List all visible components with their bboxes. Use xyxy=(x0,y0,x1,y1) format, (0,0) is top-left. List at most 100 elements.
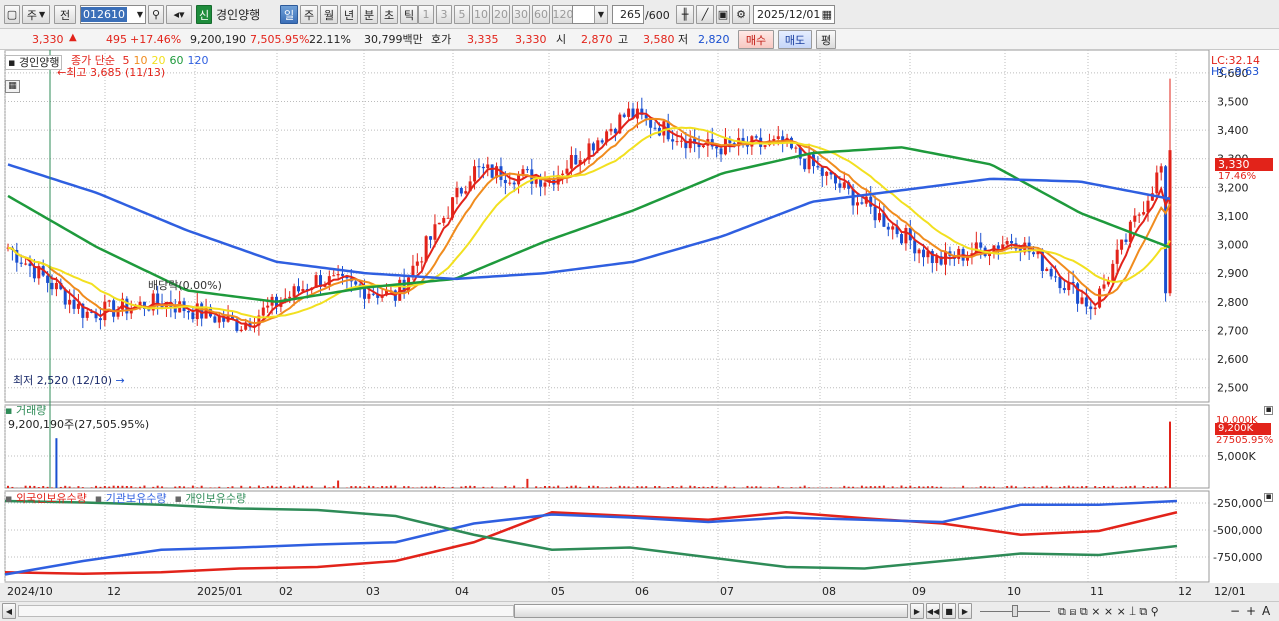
search-icon[interactable]: ⚲ xyxy=(148,5,164,24)
mode-dropdown[interactable]: 주 ▼ xyxy=(22,5,50,24)
volume-bar xyxy=(847,486,850,488)
candle-body xyxy=(46,275,50,283)
volume-bar xyxy=(926,486,929,488)
scroll-thumb[interactable] xyxy=(514,604,908,618)
stop-icon[interactable]: ■ xyxy=(942,603,956,619)
interval-button-5[interactable]: 5 xyxy=(454,5,470,24)
interval-button-60[interactable]: 60 xyxy=(532,5,550,24)
legend-square-icon: ▪ xyxy=(174,492,186,505)
volume-bar xyxy=(103,485,106,488)
candle-body xyxy=(675,141,679,143)
volume-bar xyxy=(240,485,243,488)
candle-body xyxy=(688,138,692,149)
zoom-handle[interactable] xyxy=(1012,605,1018,617)
period-tab-3[interactable]: 년 xyxy=(340,5,358,24)
volume-bar xyxy=(1116,487,1119,488)
prev-button[interactable]: 전 xyxy=(54,5,76,24)
interval-button-10[interactable]: 10 xyxy=(472,5,490,24)
candle-body xyxy=(855,202,859,206)
volume-bar xyxy=(1023,486,1026,488)
period-tab-5[interactable]: 초 xyxy=(380,5,398,24)
candle-body xyxy=(1032,252,1036,255)
volume-title: 거래량 xyxy=(15,404,47,417)
scroll-track[interactable] xyxy=(18,605,514,617)
volume-bar xyxy=(1058,486,1061,488)
candle-body xyxy=(886,226,890,230)
gear-icon[interactable]: ⚙ xyxy=(732,5,750,24)
volume-bar xyxy=(535,486,538,488)
volume-bar xyxy=(513,485,516,488)
candle-body xyxy=(1076,283,1080,304)
candle-body xyxy=(1124,239,1128,242)
volume-bar xyxy=(394,485,397,488)
date-input[interactable]: 2025/12/01 ▦ xyxy=(753,5,835,24)
scroll-left-icon[interactable]: ◀ xyxy=(2,603,16,619)
panel-close-icon[interactable]: ▪ xyxy=(1264,493,1273,502)
candle-body xyxy=(996,245,1000,249)
price-panel-title: ▪ 경인양행 xyxy=(5,55,63,70)
ask-value: 3,330 xyxy=(515,33,547,46)
candle-body xyxy=(266,305,270,308)
candle-body xyxy=(354,281,358,285)
count-input[interactable]: 265 xyxy=(612,5,644,24)
volume-bar xyxy=(130,486,133,488)
rewind-icon[interactable]: ◀◀ xyxy=(926,603,940,619)
x-tick-label: 11 xyxy=(1090,585,1104,598)
volume-bar xyxy=(676,487,679,488)
grid-icon[interactable]: ▦ xyxy=(5,80,20,93)
x-tick-label: 02 xyxy=(279,585,293,598)
period-tab-1[interactable]: 주 xyxy=(300,5,318,24)
sell-button[interactable]: 매도 xyxy=(778,30,812,49)
panel-close-icon[interactable]: ▪ xyxy=(1264,406,1273,415)
candle-body xyxy=(213,316,217,323)
volume-bar xyxy=(750,486,753,488)
candle-body xyxy=(186,311,190,313)
candle-body xyxy=(565,168,569,174)
chevron-down-icon[interactable]: ▼ xyxy=(594,5,608,24)
candle-body xyxy=(217,316,221,323)
x-tick-label: 07 xyxy=(720,585,734,598)
candle-body xyxy=(1010,241,1014,244)
volume-bar xyxy=(301,485,304,488)
volume-bar xyxy=(363,487,366,488)
zoom-out-icon[interactable]: − xyxy=(1230,605,1240,617)
volume-bar xyxy=(909,485,912,488)
window-icon[interactable]: ▢ xyxy=(4,5,20,24)
period-tab-2[interactable]: 월 xyxy=(320,5,338,24)
font-size-icon[interactable]: A xyxy=(1262,605,1270,617)
play-icon[interactable]: ▶ xyxy=(958,603,972,619)
period-tab-4[interactable]: 분 xyxy=(360,5,378,24)
chart-svg[interactable]: 2024/10 12 2025/01 02 03 04 05 06 07 08 09 10 11 12 12… xyxy=(0,49,1279,601)
chart-area[interactable]: 2024/10 12 2025/01 02 03 04 05 06 07 08 09 10 11 12 12… xyxy=(0,49,1279,601)
candle-body xyxy=(1133,215,1137,222)
holding-legend-item: ▪ 기관보유수량 xyxy=(95,492,167,505)
candle-body xyxy=(446,217,450,219)
candle-icon[interactable]: ╫ xyxy=(676,5,694,24)
volume-bar xyxy=(579,486,582,488)
interval-button-20[interactable]: 20 xyxy=(492,5,510,24)
chevron-down-icon[interactable]: ▼ xyxy=(137,10,145,19)
scroll-right-icon[interactable]: ▶ xyxy=(910,603,924,619)
period-tab-6[interactable]: 틱 xyxy=(400,5,418,24)
speaker-icon[interactable]: ◂▾ xyxy=(166,5,192,24)
line-icon[interactable]: ╱ xyxy=(696,5,714,24)
flat-button[interactable]: 평 xyxy=(816,30,836,49)
interval-button-1[interactable]: 1 xyxy=(418,5,434,24)
interval-button-30[interactable]: 30 xyxy=(512,5,530,24)
volume-bar xyxy=(724,485,727,488)
x-tick-label: 2024/10 xyxy=(7,585,53,598)
tools-icon[interactable]: ⧉ ⧈ ⧉ ⨯ ⨯ ⨯ ⟘ ⧉ ⚲ xyxy=(1058,606,1159,617)
calendar-icon[interactable]: ▦ xyxy=(822,8,834,21)
period-tab-0[interactable]: 일 xyxy=(280,5,298,24)
volume-bar xyxy=(359,486,362,488)
save-icon[interactable]: ▣ xyxy=(716,5,730,24)
buy-button[interactable]: 매수 xyxy=(738,30,774,49)
interval-button-120[interactable]: 120 xyxy=(552,5,574,24)
price-panel xyxy=(4,49,1210,403)
candle-body xyxy=(297,286,300,292)
interval-button-3[interactable]: 3 xyxy=(436,5,452,24)
zoom-in-icon[interactable]: + xyxy=(1246,605,1256,617)
ma-legend-60: 60 xyxy=(169,54,184,67)
holding-legend-item: ▪ 외국인보유수량 xyxy=(5,492,87,505)
code-input[interactable]: 012610 ▼ xyxy=(80,5,146,24)
